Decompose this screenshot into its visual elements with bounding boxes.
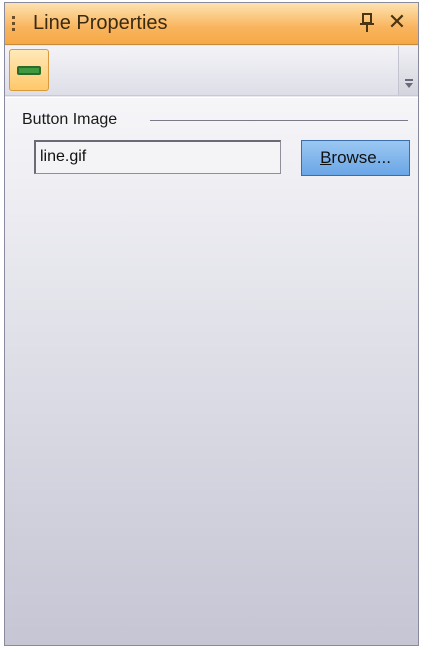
- browse-button[interactable]: Browse...: [301, 140, 410, 176]
- image-filename-input[interactable]: line.gif: [34, 140, 281, 174]
- drag-grip-icon[interactable]: [12, 16, 18, 32]
- line-tool-button[interactable]: [9, 49, 49, 91]
- chevron-down-icon: [405, 83, 413, 88]
- toolbar-overflow-button[interactable]: [398, 46, 418, 95]
- line-properties-panel: Line Properties ✕ Button Image line.gif …: [4, 2, 419, 646]
- overflow-bar-icon: [405, 79, 413, 81]
- toolbar: [5, 46, 418, 96]
- browse-label: rowse...: [331, 148, 391, 167]
- properties-content: Button Image line.gif Browse...: [5, 97, 418, 645]
- group-divider: [150, 120, 408, 121]
- browse-mnemonic: B: [320, 148, 332, 167]
- panel-title: Line Properties: [33, 12, 168, 34]
- line-icon: [17, 66, 41, 75]
- pin-icon[interactable]: [358, 13, 376, 33]
- panel-title-bar[interactable]: Line Properties ✕: [5, 3, 418, 45]
- button-image-group-label: Button Image: [22, 111, 118, 128]
- close-icon[interactable]: ✕: [386, 10, 408, 34]
